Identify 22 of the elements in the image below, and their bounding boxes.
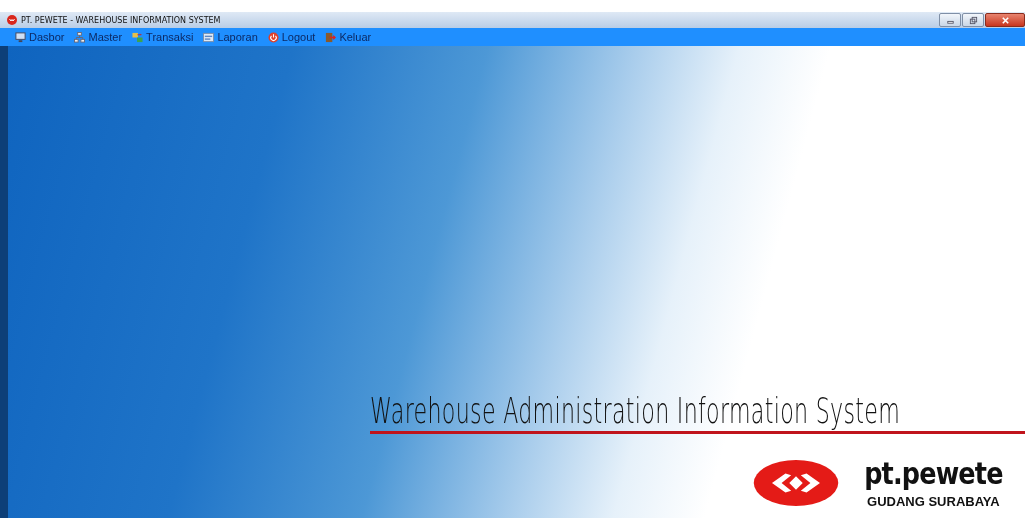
app-icon	[7, 15, 17, 25]
company-name: pt.pewete	[864, 457, 1003, 490]
system-title: Warehouse Administration Information System	[370, 389, 901, 431]
maximize-button[interactable]	[962, 13, 984, 27]
window-title: PT. PEWETE - WAREHOUSE INFORMATION SYSTEM	[21, 15, 221, 25]
close-icon	[1000, 15, 1010, 25]
restore-icon	[968, 15, 978, 25]
power-icon	[267, 31, 279, 43]
menu-item[interactable]: Master	[73, 31, 124, 43]
menu-item[interactable]: Dasbor	[14, 31, 66, 43]
transfer-icon	[132, 31, 144, 43]
menu-item[interactable]: Transaksi	[131, 31, 195, 43]
monitor-icon	[15, 31, 26, 43]
hierarchy-icon	[74, 31, 86, 43]
exit-icon	[325, 31, 337, 43]
report-icon	[203, 31, 215, 43]
menu-item[interactable]: Keluar	[324, 31, 373, 43]
close-button[interactable]	[985, 13, 1025, 27]
menu-item[interactable]: Logout	[266, 31, 317, 43]
minimize-button[interactable]	[939, 13, 961, 27]
menu-item[interactable]: Laporan	[202, 31, 259, 43]
location-label: GUDANG SURABAYA	[867, 493, 1000, 509]
